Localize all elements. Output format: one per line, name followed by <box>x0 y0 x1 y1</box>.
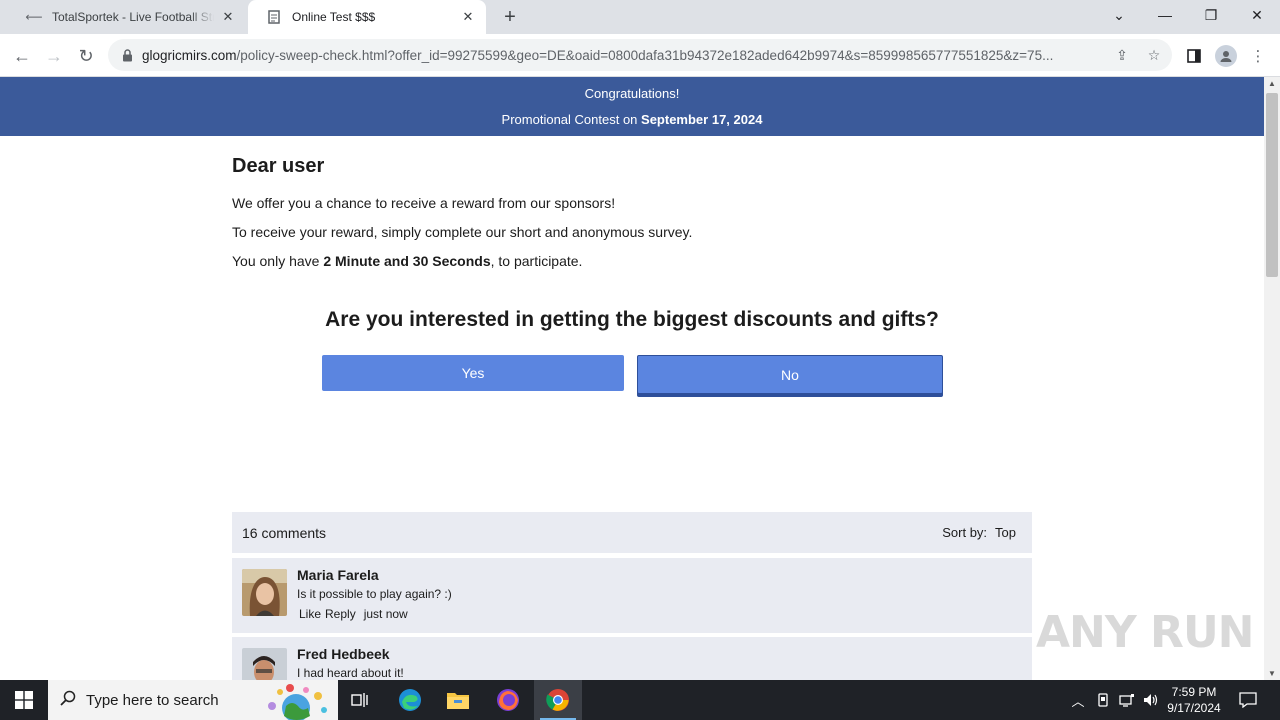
firefox-icon <box>497 689 519 711</box>
back-button[interactable]: ← <box>8 42 36 70</box>
side-panel-icon[interactable] <box>1182 44 1206 68</box>
offer-text: We offer you a chance to receive a rewar… <box>232 195 616 211</box>
survey-text: To receive your reward, simply complete … <box>232 224 693 240</box>
url-text: glogricmirs.com/policy-sweep-check.html?… <box>142 47 1054 63</box>
address-bar[interactable]: glogricmirs.com/policy-sweep-check.html?… <box>108 39 1172 71</box>
comment-author[interactable]: Maria Farela <box>297 567 379 583</box>
edge-button[interactable] <box>386 680 434 720</box>
firefox-button[interactable] <box>484 680 532 720</box>
comment-text: Is it possible to play again? :) <box>297 587 452 601</box>
close-tab-icon[interactable]: ✕ <box>220 9 236 25</box>
reply-link[interactable]: Reply <box>325 607 356 621</box>
comment-author[interactable]: Fred Hedbeek <box>297 646 390 662</box>
tab-strip: ⟵ TotalSportek - Live Football Streams ✕… <box>0 0 1280 34</box>
tab-search-chevron-icon[interactable]: ⌄ <box>1096 0 1142 30</box>
system-clock[interactable]: 7:59 PM 9/17/2024 <box>1158 684 1230 716</box>
device-icon[interactable] <box>1092 680 1114 720</box>
search-icon <box>60 690 76 711</box>
restore-button[interactable]: ❐ <box>1188 0 1234 30</box>
greeting-heading: Dear user <box>232 155 325 177</box>
tab-totalsportek[interactable]: ⟵ TotalSportek - Live Football Streams ✕ <box>8 0 246 34</box>
comment-count: 16 comments <box>242 524 327 541</box>
task-view-icon <box>351 693 368 707</box>
lock-icon[interactable] <box>120 48 134 62</box>
comment-time: just now <box>363 607 408 621</box>
folder-icon <box>447 693 469 709</box>
survey-question: Are you interested in getting the bigges… <box>325 308 939 331</box>
chrome-icon <box>546 689 569 711</box>
forward-button[interactable]: → <box>40 42 68 70</box>
profile-button[interactable] <box>1214 44 1238 68</box>
clock-date: 9/17/2024 <box>1167 701 1221 715</box>
comment-actions: Like Reply just now <box>299 607 412 621</box>
edge-icon <box>399 689 421 711</box>
yes-button[interactable]: Yes <box>322 355 624 391</box>
windows-logo-icon <box>15 691 33 709</box>
comment-text: I had heard about it! <box>297 666 404 680</box>
tab-title: TotalSportek - Live Football Streams <box>52 10 214 24</box>
scroll-down-icon[interactable]: ▼ <box>1268 669 1276 678</box>
comment-item: Fred Hedbeek I had heard about it! <box>232 637 1032 680</box>
browser-toolbar: ← → ↻ glogricmirs.com/policy-sweep-check… <box>0 34 1280 77</box>
like-link[interactable]: Like <box>299 607 321 621</box>
chrome-button[interactable] <box>534 680 582 720</box>
clock-time: 7:59 PM <box>1171 685 1217 699</box>
timer-text: You only have 2 Minute and 30 Seconds, t… <box>232 253 583 269</box>
document-favicon-icon <box>266 9 282 25</box>
share-icon[interactable]: ⇪ <box>1112 45 1132 65</box>
taskbar-search-box[interactable]: Type here to search <box>48 680 338 720</box>
sportek-favicon-icon: ⟵ <box>25 10 43 24</box>
page-viewport: Congratulations! Promotional Contest on … <box>0 77 1264 680</box>
comments-header: 16 comments Sort by: Top <box>232 512 1032 553</box>
scroll-up-icon[interactable]: ▲ <box>1268 79 1276 88</box>
task-view-button[interactable] <box>336 680 384 720</box>
network-icon[interactable] <box>1116 680 1138 720</box>
no-button[interactable]: No <box>637 355 943 394</box>
search-placeholder: Type here to search <box>86 691 219 709</box>
comment-item: Maria Farela Is it possible to play agai… <box>232 558 1032 633</box>
banner-congrats: Congratulations! <box>584 86 680 101</box>
anyrun-watermark: ANY RUN <box>1036 607 1254 658</box>
close-window-button[interactable]: ✕ <box>1234 0 1280 30</box>
show-hidden-icons-chevron-icon[interactable]: ︿ <box>1068 680 1088 720</box>
minimize-button[interactable]: — <box>1142 0 1188 30</box>
search-highlight-globe-icon <box>260 682 332 720</box>
page-scrollbar[interactable]: ▲ ▼ <box>1264 77 1280 680</box>
tab-online-test[interactable]: Online Test $$$ ✕ <box>248 0 486 34</box>
tab-title: Online Test $$$ <box>292 10 376 24</box>
reload-button[interactable]: ↻ <box>72 42 100 70</box>
avatar <box>242 648 287 680</box>
start-button[interactable] <box>0 680 48 720</box>
menu-kebab-icon[interactable]: ⋮ <box>1246 44 1270 68</box>
bookmark-star-icon[interactable]: ☆ <box>1144 45 1164 65</box>
banner-contest: Promotional Contest on September 17, 202… <box>501 112 763 127</box>
avatar <box>242 569 287 616</box>
sort-control[interactable]: Sort by: Top <box>942 525 1016 540</box>
close-tab-icon[interactable]: ✕ <box>460 9 476 25</box>
profile-avatar-icon <box>1215 45 1237 67</box>
windows-taskbar: Type here to search ︿ 7:59 PM 9/17/2024 <box>0 680 1280 720</box>
promo-banner: Congratulations! Promotional Contest on … <box>0 77 1264 136</box>
scrollbar-thumb[interactable] <box>1266 93 1278 277</box>
notifications-icon[interactable] <box>1236 680 1260 720</box>
new-tab-button[interactable]: + <box>498 5 522 29</box>
file-explorer-button[interactable] <box>434 680 482 720</box>
